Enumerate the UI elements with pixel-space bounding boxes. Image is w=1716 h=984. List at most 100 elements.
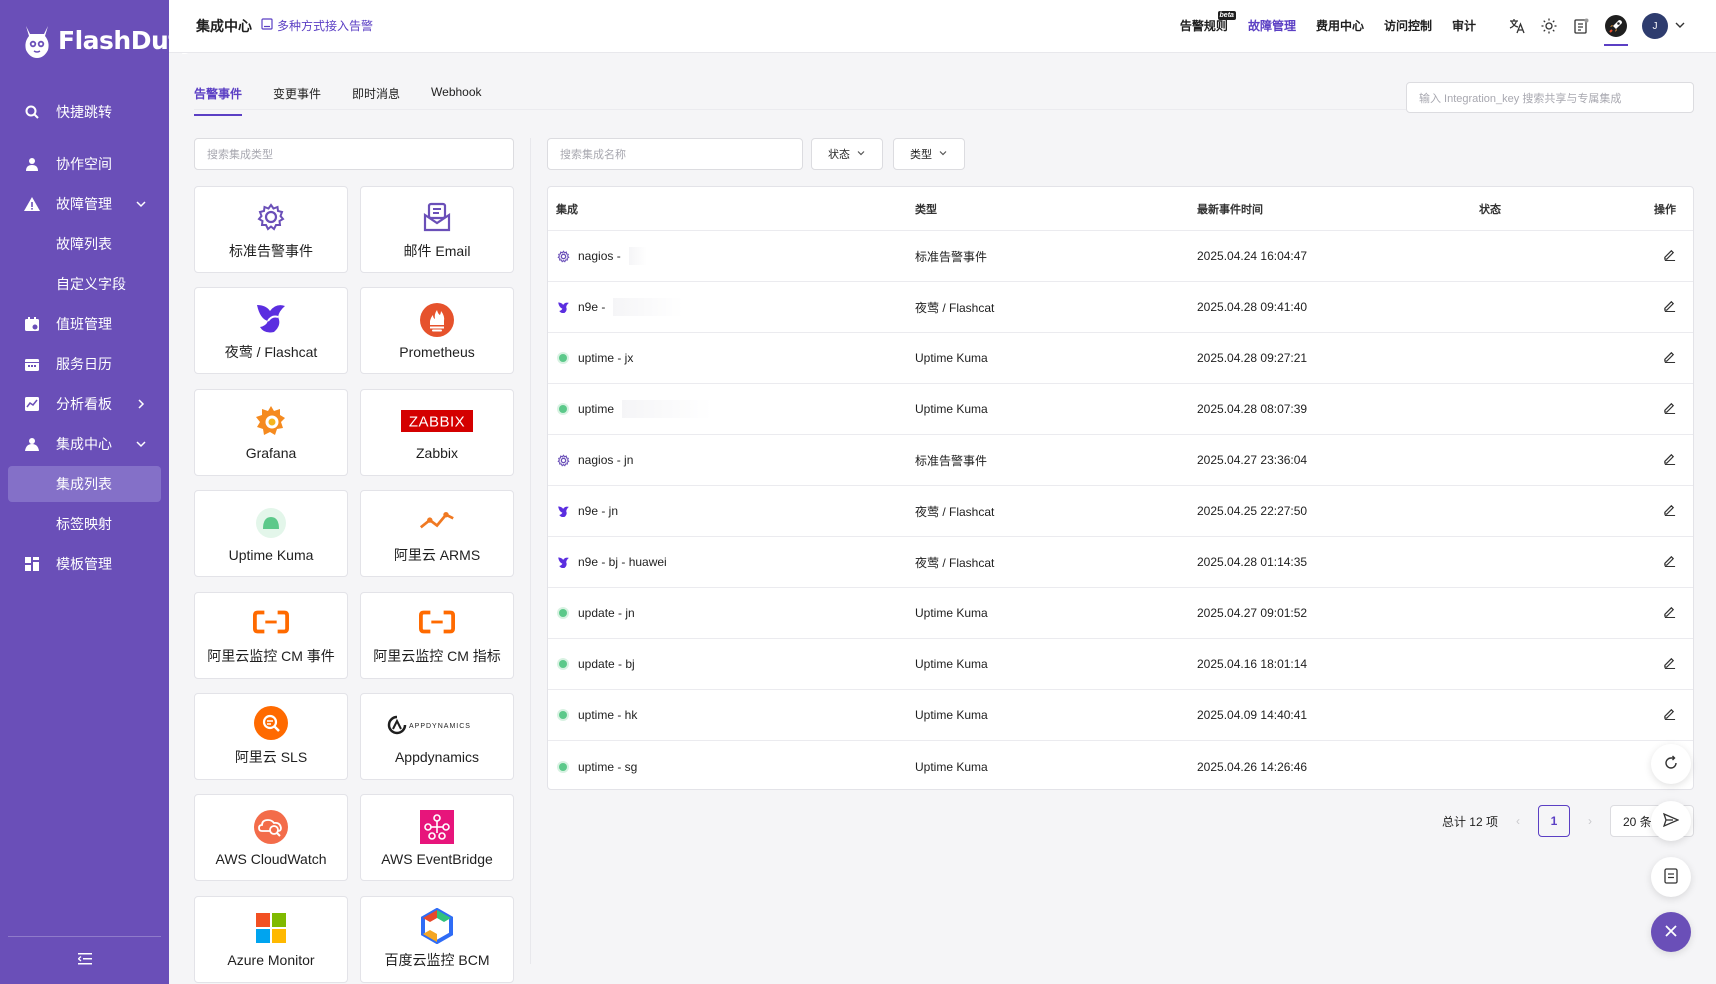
- next-page-icon[interactable]: ›: [1588, 814, 1592, 828]
- sidebar-item-incident-list[interactable]: 故障列表: [0, 224, 169, 264]
- integration-name-search-input[interactable]: 搜索集成名称: [547, 138, 803, 170]
- sidebar-item-incident[interactable]: 故障管理: [0, 184, 169, 224]
- document-icon[interactable]: [1572, 17, 1590, 35]
- svg-text:ZABBIX: ZABBIX: [409, 414, 465, 431]
- table-row[interactable]: nagios - 标准告警事件 2025.04.24 16:04:47: [548, 231, 1693, 282]
- sidebar-item-workspace[interactable]: 协作空间: [0, 144, 169, 184]
- table-row[interactable]: update - jn Uptime Kuma 2025.04.27 09:01:5…: [548, 588, 1693, 639]
- card-baidu-bcm[interactable]: 百度云监控 BCM: [360, 895, 514, 983]
- integration-name[interactable]: nagios - jn: [578, 453, 633, 467]
- integration-name[interactable]: update - bj: [578, 657, 635, 671]
- edit-icon[interactable]: [1663, 503, 1676, 519]
- card-grafana[interactable]: Grafana: [194, 388, 348, 476]
- topnav-access[interactable]: 访问控制: [1384, 17, 1432, 34]
- integration-type-search-input[interactable]: 搜索集成类型: [194, 138, 514, 170]
- collapse-sidebar-button[interactable]: [8, 936, 161, 984]
- table-row[interactable]: nagios - jn 标准告警事件 2025.04.27 23:36:04: [548, 435, 1693, 486]
- edit-icon[interactable]: [1663, 299, 1676, 315]
- sidebar-item-integration-list[interactable]: 集成列表: [8, 466, 161, 502]
- main-content: 告警事件 变更事件 即时消息 Webhook 输入 Integration_ke…: [169, 53, 1716, 984]
- table-row[interactable]: n9e - bj - huawei 夜莺 / Flashcat 2025.04.28…: [548, 537, 1693, 588]
- tab-instant-message[interactable]: 即时消息: [352, 85, 400, 116]
- sidebar-item-templates[interactable]: 模板管理: [0, 544, 169, 584]
- aliyun-icon: [419, 604, 455, 640]
- table-row[interactable]: uptime - hk Uptime Kuma 2025.04.09 14:40:4…: [548, 690, 1693, 741]
- card-aliyun-arms[interactable]: 阿里云 ARMS: [360, 490, 514, 578]
- theme-sun-icon[interactable]: [1540, 17, 1558, 35]
- card-azure-monitor[interactable]: Azure Monitor: [194, 895, 348, 983]
- integration-guide-link[interactable]: 多种方式接入告警: [261, 17, 373, 34]
- table-row[interactable]: uptime - jx Uptime Kuma 2025.04.28 09:27:2…: [548, 333, 1693, 384]
- sidebar-item-analytics[interactable]: 分析看板: [0, 384, 169, 424]
- integration-cell: n9e - bj - huawei: [548, 555, 915, 569]
- integration-name[interactable]: n9e - jn: [578, 504, 618, 518]
- sls-icon: [253, 705, 289, 741]
- integration-key-search-input[interactable]: 输入 Integration_key 搜索共享与专属集成: [1406, 82, 1694, 113]
- close-fab[interactable]: [1651, 912, 1691, 952]
- sidebar-item-oncall[interactable]: 值班管理: [0, 304, 169, 344]
- integrations-table: 集成 类型 最新事件时间 状态 操作 nagios - 标准告警事件 2025.04…: [547, 186, 1694, 790]
- sidebar-item-label-mapping[interactable]: 标签映射: [0, 504, 169, 544]
- edit-icon[interactable]: [1663, 605, 1676, 621]
- integration-name[interactable]: n9e - bj - huawei: [578, 555, 667, 569]
- avatar[interactable]: J: [1642, 13, 1668, 39]
- tab-webhook[interactable]: Webhook: [431, 85, 481, 116]
- table-row[interactable]: update - bj Uptime Kuma 2025.04.16 18:01:1…: [548, 639, 1693, 690]
- card-standard-alert[interactable]: 标准告警事件: [194, 186, 348, 273]
- edit-icon[interactable]: [1663, 401, 1676, 417]
- edit-icon[interactable]: [1663, 656, 1676, 672]
- status-filter[interactable]: 状态: [811, 138, 883, 170]
- chevron-down-icon[interactable]: [1674, 19, 1686, 34]
- redacted-text: [628, 247, 647, 265]
- table-row[interactable]: n9e - jn 夜莺 / Flashcat 2025.04.25 22:27:50: [548, 486, 1693, 537]
- sidebar-item-calendar[interactable]: 服务日历: [0, 344, 169, 384]
- card-email[interactable]: 邮件 Email: [360, 186, 514, 273]
- integration-cell: uptime - jx: [548, 351, 915, 365]
- table-row[interactable]: uptime Uptime Kuma 2025.04.28 08:07:39: [548, 384, 1693, 435]
- page-number[interactable]: 1: [1538, 805, 1570, 837]
- edit-icon[interactable]: [1663, 707, 1676, 723]
- tab-alert-events[interactable]: 告警事件: [194, 85, 243, 116]
- card-aliyun-cm-metric[interactable]: 阿里云监控 CM 指标: [360, 591, 514, 679]
- sidebar-item-custom-fields[interactable]: 自定义字段: [0, 264, 169, 304]
- edit-icon[interactable]: [1663, 350, 1676, 366]
- card-zabbix[interactable]: ZABBIX Zabbix: [360, 388, 514, 476]
- card-aws-cloudwatch[interactable]: AWS CloudWatch: [194, 794, 348, 882]
- integration-name[interactable]: n9e -: [578, 300, 605, 314]
- topnav-alert-rules[interactable]: 告警规则 beta: [1180, 11, 1236, 34]
- rocket-icon[interactable]: [1604, 14, 1628, 46]
- translate-icon[interactable]: [1508, 17, 1526, 35]
- topnav-billing[interactable]: 费用中心: [1316, 17, 1364, 34]
- card-aliyun-sls[interactable]: 阿里云 SLS: [194, 692, 348, 780]
- edit-icon[interactable]: [1663, 554, 1676, 570]
- docs-fab[interactable]: [1651, 857, 1691, 897]
- integration-name[interactable]: nagios -: [578, 249, 621, 263]
- type-filter[interactable]: 类型: [893, 138, 965, 170]
- integration-name[interactable]: uptime - jx: [578, 351, 633, 365]
- uptime-kuma-icon: [556, 708, 570, 722]
- card-uptime-kuma[interactable]: Uptime Kuma: [194, 490, 348, 578]
- edit-icon[interactable]: [1663, 452, 1676, 468]
- refresh-fab[interactable]: [1651, 744, 1691, 784]
- redacted-text: [613, 298, 684, 316]
- integration-name[interactable]: uptime: [578, 402, 614, 416]
- card-flashcat[interactable]: 夜莺 / Flashcat: [194, 287, 348, 375]
- integration-name[interactable]: update - jn: [578, 606, 635, 620]
- send-fab[interactable]: [1651, 801, 1691, 841]
- tab-change-events[interactable]: 变更事件: [273, 85, 321, 116]
- table-row[interactable]: uptime - sg Uptime Kuma 2025.04.26 14:26:4…: [548, 741, 1693, 792]
- topnav-incident[interactable]: 故障管理: [1248, 17, 1296, 34]
- edit-icon[interactable]: [1663, 248, 1676, 264]
- prev-page-icon[interactable]: ‹: [1516, 814, 1520, 828]
- card-appdynamics[interactable]: APPDYNAMICS Appdynamics: [360, 692, 514, 780]
- integration-cell: n9e - jn: [548, 504, 915, 518]
- topnav-audit[interactable]: 审计: [1452, 17, 1476, 34]
- sidebar-item-quick-jump[interactable]: 快捷跳转: [0, 92, 169, 132]
- integration-name[interactable]: uptime - sg: [578, 760, 637, 774]
- integration-name[interactable]: uptime - hk: [578, 708, 637, 722]
- card-aws-eventbridge[interactable]: AWS EventBridge: [360, 794, 514, 882]
- card-aliyun-cm-event[interactable]: 阿里云监控 CM 事件: [194, 591, 348, 679]
- table-row[interactable]: n9e - 夜莺 / Flashcat 2025.04.28 09:41:40: [548, 282, 1693, 333]
- card-prometheus[interactable]: Prometheus: [360, 287, 514, 375]
- sidebar-item-integrations[interactable]: 集成中心: [0, 424, 169, 464]
